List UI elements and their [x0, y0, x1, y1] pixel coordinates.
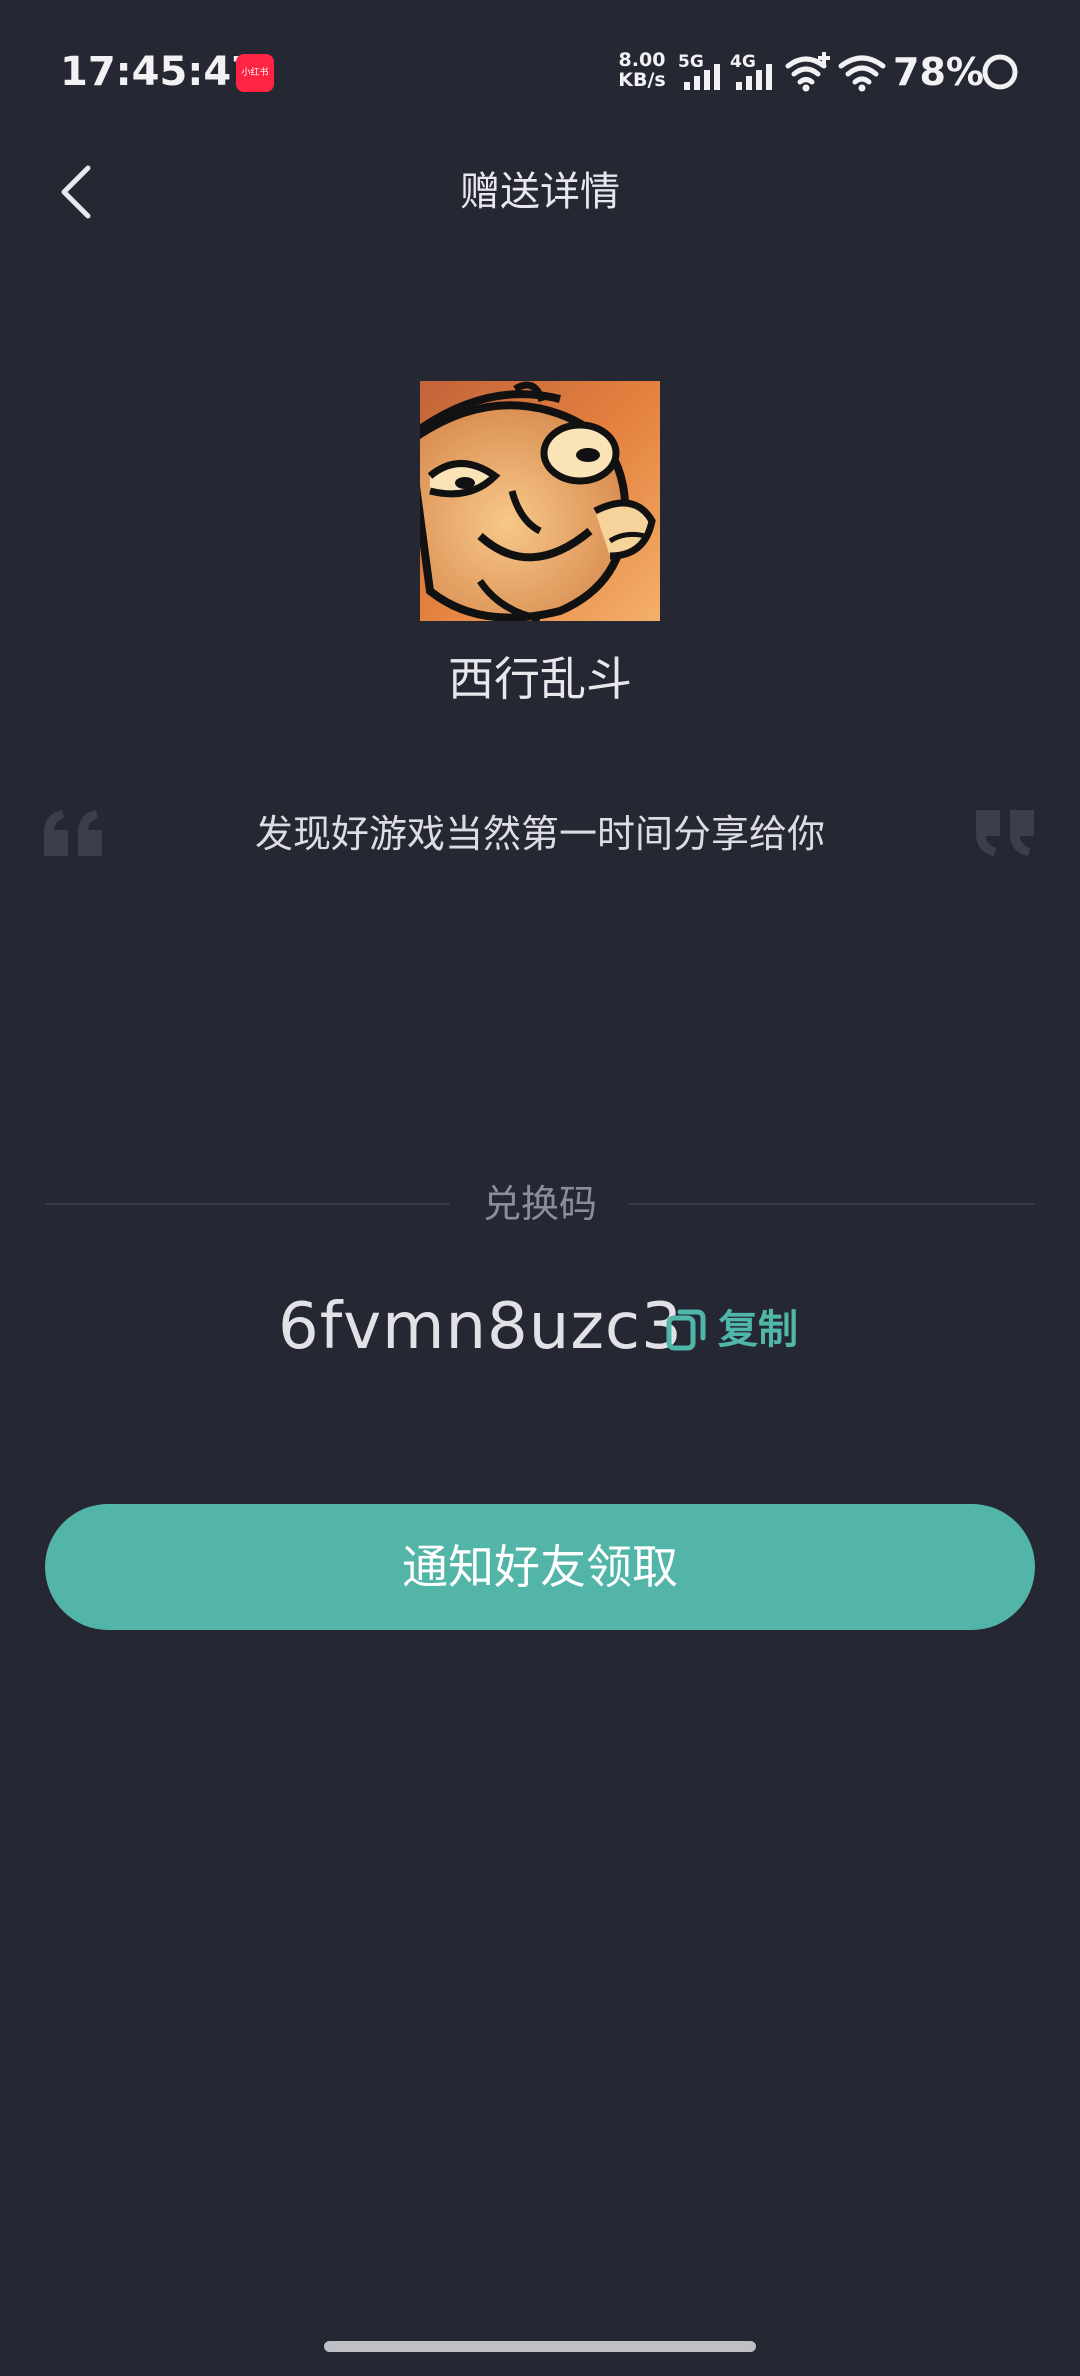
- game-name: 西行乱斗: [448, 652, 632, 706]
- network-speed-unit: KB/s: [618, 69, 666, 91]
- wifi-plus-icon: [785, 52, 830, 92]
- notify-friend-button[interactable]: 通知好友领取: [45, 1504, 1035, 1630]
- gift-message: 发现好游戏当然第一时间分享给你: [254, 812, 825, 856]
- close-quote-icon: [976, 810, 1034, 856]
- signal-5g-icon: 5G: [678, 52, 726, 92]
- copy-icon: [666, 1309, 706, 1351]
- open-quote-icon: [44, 810, 102, 856]
- battery-ring-icon: [982, 54, 1018, 90]
- divider-right: [628, 1203, 1035, 1205]
- app-notification-icon: 小红书: [236, 54, 274, 92]
- copy-button-label: 复制: [718, 1307, 798, 1353]
- copy-button[interactable]: 复制: [666, 1304, 826, 1356]
- redeem-code-label: 兑换码: [482, 1182, 597, 1226]
- network-speed-value: 8.00: [618, 49, 666, 71]
- redeem-code-value: 6fvmn8uzc3: [278, 1290, 683, 1364]
- status-time: 17:45:47: [60, 49, 259, 95]
- battery-percentage: 78%: [893, 50, 984, 94]
- wifi-icon: [838, 55, 886, 92]
- divider-left: [45, 1203, 450, 1205]
- chevron-left-icon: [61, 165, 91, 219]
- home-indicator[interactable]: [324, 2341, 756, 2352]
- network-speed: 8.00 KB/s: [614, 50, 670, 90]
- redeem-code-row: 6fvmn8uzc3 复制: [0, 1282, 1080, 1372]
- game-cover-image: [420, 381, 660, 621]
- back-button[interactable]: [50, 160, 110, 224]
- signal-4g-icon: 4G: [730, 52, 778, 92]
- page-title: 赠送详情: [460, 169, 620, 215]
